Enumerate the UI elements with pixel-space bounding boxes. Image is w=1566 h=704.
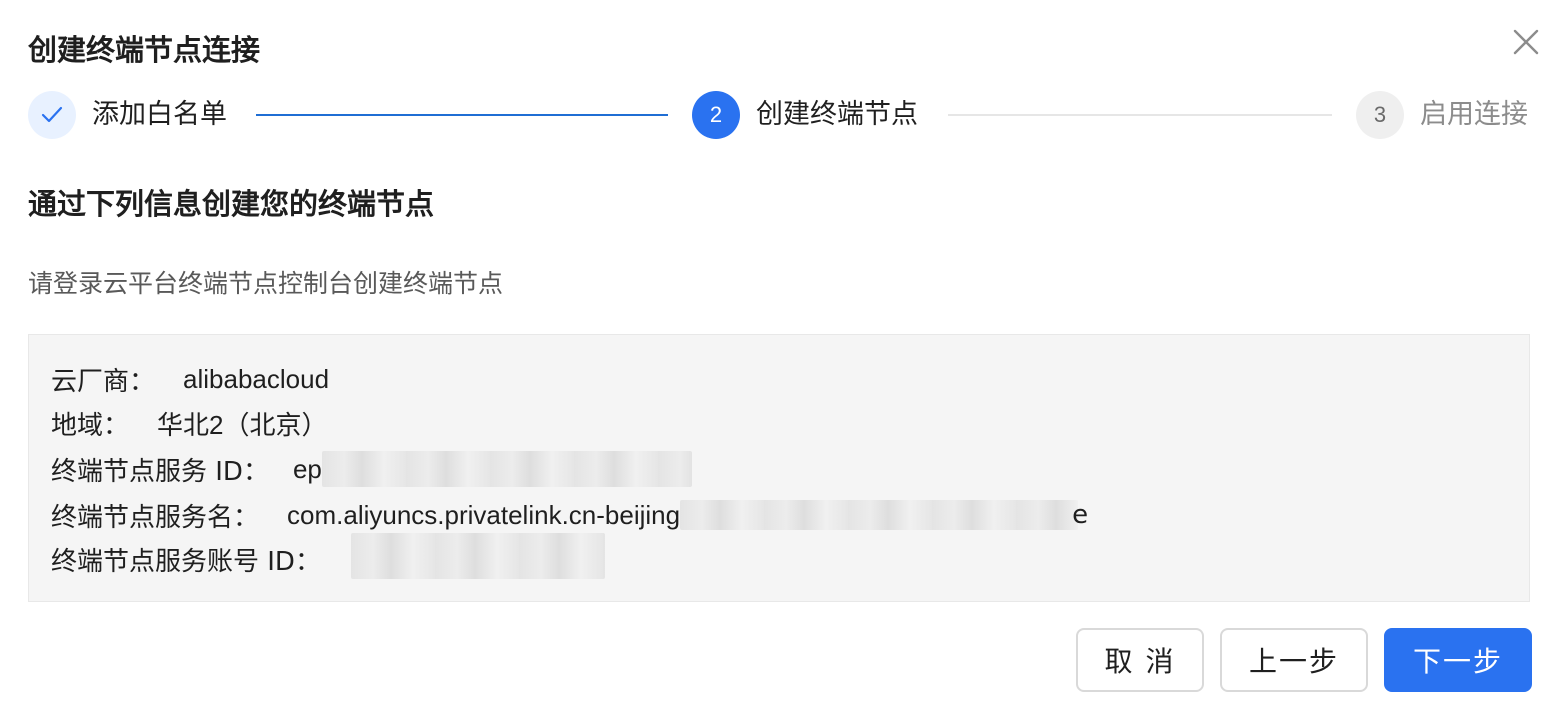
step-3-pending-indicator: 3 <box>1356 91 1404 139</box>
info-row-service-id: 终端节点服务 ID： ep <box>51 451 692 487</box>
service-id-label: 终端节点服务 ID： <box>51 456 269 487</box>
step-1-done-indicator <box>28 91 76 139</box>
step-connector-1 <box>256 114 668 116</box>
check-icon <box>41 106 63 123</box>
account-id-label: 终端节点服务账号 ID： <box>51 546 321 577</box>
step-3-label: 启用连接 <box>1420 99 1528 130</box>
redacted-account-id <box>350 533 605 579</box>
provider-value: alibabacloud <box>183 363 330 394</box>
info-row-region: 地域： 华北2（北京） <box>51 405 327 441</box>
redacted-service-name <box>680 500 1079 530</box>
redacted-service-id <box>321 451 692 487</box>
step-2-label: 创建终端节点 <box>756 99 918 130</box>
service-name-value: com.aliyuncs.privatelink.cn-beijing <box>287 499 681 530</box>
region-label: 地域： <box>51 410 130 441</box>
region-value: 华北2（北京） <box>157 409 328 440</box>
service-id-value: ep <box>292 453 322 484</box>
step-2-current-indicator: 2 <box>692 91 740 139</box>
endpoint-info-box: 云厂商： alibabacloud 地域： 华北2（北京） 终端节点服务 ID：… <box>28 334 1530 602</box>
next-step-button[interactable]: 下一步 <box>1384 628 1532 692</box>
section-heading: 通过下列信息创建您的终端节点 <box>28 187 435 221</box>
step-connector-2 <box>948 114 1332 116</box>
dialog-title: 创建终端节点连接 <box>28 33 261 67</box>
section-description: 请登录云平台终端节点控制台创建终端节点 <box>28 269 504 298</box>
steps-progress: 添加白名单 2 创建终端节点 3 启用连接 <box>28 90 1532 140</box>
cancel-button[interactable]: 取 消 <box>1076 628 1204 692</box>
step-1-label: 添加白名单 <box>92 99 227 130</box>
close-icon <box>1513 29 1539 55</box>
close-button[interactable] <box>1512 28 1540 56</box>
previous-step-button[interactable]: 上一步 <box>1220 628 1368 692</box>
info-row-service-name: 终端节点服务名： com.aliyuncs.privatelink.cn-bei… <box>51 497 1088 533</box>
service-name-label: 终端节点服务名： <box>51 502 260 533</box>
info-row-provider: 云厂商： alibabacloud <box>51 361 329 397</box>
account-id-value <box>350 533 605 579</box>
provider-label: 云厂商： <box>51 366 156 397</box>
info-row-account-id: 终端节点服务账号 ID： <box>51 533 605 579</box>
create-endpoint-connection-dialog: 创建终端节点连接 添加白名单 2 创建终端节点 3 启用连接 通过下列信息创建您… <box>0 0 1566 704</box>
service-name-tail: e <box>1072 500 1089 530</box>
